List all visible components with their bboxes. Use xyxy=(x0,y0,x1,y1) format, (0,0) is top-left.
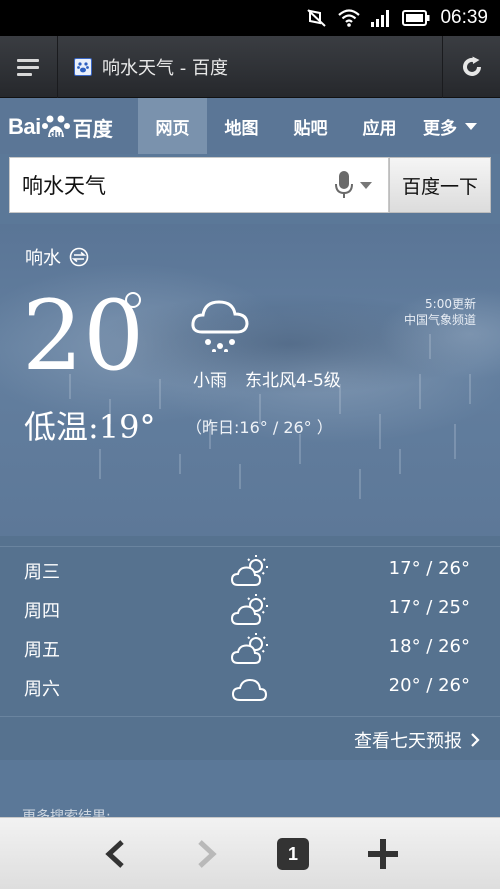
update-info: 5:00更新 中国气象频道 xyxy=(404,296,476,328)
logo-du-text: 百度 xyxy=(72,116,113,141)
forward-arrow-icon xyxy=(198,840,217,868)
partly-cloudy-icon xyxy=(230,554,270,592)
page-title: 响水天气 - 百度 xyxy=(102,58,228,79)
forecast-range: 17° / 26° xyxy=(388,558,470,579)
forecast-day: 周四 xyxy=(24,601,60,622)
search-query-text: 响水天气 xyxy=(22,174,106,198)
cloudy-icon xyxy=(230,671,270,709)
partly-cloudy-icon xyxy=(230,593,270,631)
seven-day-forecast-link[interactable]: 查看七天预报 xyxy=(354,727,480,753)
baidu-paw-icon: du xyxy=(41,115,70,140)
baidu-header: Bai du 百度 网页 地图 贴吧 应用 更多 xyxy=(0,98,500,154)
clock: 06:39 xyxy=(440,7,488,28)
baidu-logo[interactable]: Bai du 百度 xyxy=(8,110,113,144)
switch-city-icon[interactable] xyxy=(69,247,89,267)
forward-button[interactable] xyxy=(172,818,242,889)
reload-icon xyxy=(462,56,481,76)
forecast-row[interactable]: 周三 17° / 26° xyxy=(0,552,500,590)
forecast-range: 17° / 25° xyxy=(388,597,470,618)
yesterday-temperature: （昨日:16° / 26° ） xyxy=(186,418,333,437)
wind-text: 东北风4-5级 xyxy=(245,371,341,391)
city-label: 响水 xyxy=(25,248,61,269)
forecast-range: 18° / 26° xyxy=(388,636,470,657)
wifi-icon xyxy=(338,9,361,27)
nav-tab-more[interactable]: 更多 xyxy=(414,98,486,154)
search-button[interactable]: 百度一下 xyxy=(389,157,491,213)
weather-condition: 小雨 东北风4-5级 xyxy=(193,366,341,391)
mute-icon xyxy=(306,9,328,27)
search-input[interactable]: 响水天气 xyxy=(9,157,389,213)
nav-tab-tieba[interactable]: 贴吧 xyxy=(276,98,345,154)
browser-toolbar: 响水天气 - 百度 xyxy=(0,36,500,98)
update-time: 5:00更新 xyxy=(425,297,476,311)
city-name: 响水 xyxy=(25,244,89,270)
new-tab-button[interactable] xyxy=(348,818,418,889)
seven-day-label: 查看七天预报 xyxy=(354,731,462,752)
partly-cloudy-icon xyxy=(230,632,270,670)
battery-icon xyxy=(402,9,430,27)
nav-tab-apps[interactable]: 应用 xyxy=(345,98,414,154)
logo-bai-text: Bai xyxy=(8,114,41,139)
low-temperature: 低温:19° xyxy=(24,408,156,446)
back-button[interactable] xyxy=(80,818,150,889)
degree-icon xyxy=(125,292,141,308)
chevron-right-icon xyxy=(471,733,480,747)
browser-bottom-bar: 1 xyxy=(0,817,500,889)
forecast-row[interactable]: 周六 20° / 26° xyxy=(0,669,500,707)
signal-icon xyxy=(370,9,392,27)
plus-icon xyxy=(368,839,398,869)
forecast-range: 20° / 26° xyxy=(388,675,470,696)
tab-count: 1 xyxy=(277,838,309,870)
reload-button[interactable] xyxy=(442,36,500,98)
microphone-icon xyxy=(335,171,353,198)
search-nav: 网页 地图 贴吧 应用 更多 xyxy=(138,98,486,154)
forecast-day: 周五 xyxy=(24,640,60,661)
svg-text:du: du xyxy=(49,130,62,140)
forecast-day: 周三 xyxy=(24,562,60,583)
forecast-row[interactable]: 周四 17° / 25° xyxy=(0,591,500,629)
forecast-row[interactable]: 周五 18° / 26° xyxy=(0,630,500,668)
search-row: 响水天气 百度一下 xyxy=(9,157,491,213)
light-rain-icon xyxy=(190,294,250,356)
nav-tab-map[interactable]: 地图 xyxy=(207,98,276,154)
status-bar: 06:39 xyxy=(0,0,500,36)
voice-search-button[interactable] xyxy=(334,170,372,200)
back-arrow-icon xyxy=(105,840,124,868)
dropdown-arrow-icon xyxy=(465,122,477,130)
weather-source: 中国气象频道 xyxy=(403,313,476,327)
divider xyxy=(0,546,500,547)
mic-dropdown-icon xyxy=(360,181,372,189)
hamburger-icon xyxy=(16,59,39,76)
address-bar[interactable]: 响水天气 - 百度 xyxy=(74,36,228,98)
divider xyxy=(0,716,500,717)
nav-tab-web[interactable]: 网页 xyxy=(138,98,207,154)
forecast-day: 周六 xyxy=(24,679,60,700)
tabs-button[interactable]: 1 xyxy=(258,818,328,889)
menu-button[interactable] xyxy=(0,36,58,98)
weather-card[interactable]: 响水 20 低温:19° 小雨 东北风4-5级 （昨日:16° / 26° ） … xyxy=(0,224,500,536)
condition-text: 小雨 xyxy=(193,371,227,391)
baidu-favicon-icon xyxy=(74,58,92,76)
nav-more-label: 更多 xyxy=(423,118,457,139)
